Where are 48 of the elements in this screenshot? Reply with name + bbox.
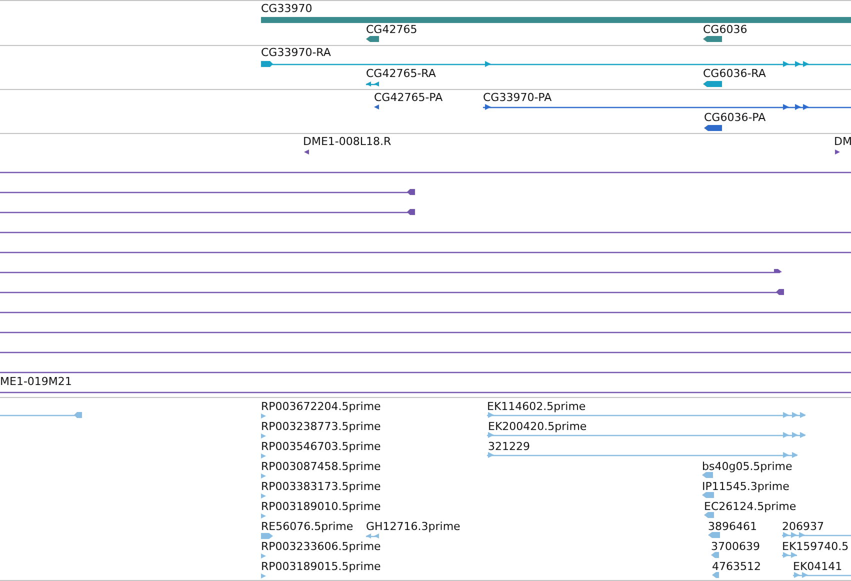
feature-label: CG42765	[366, 23, 418, 36]
feature-label: EC26124.5prime	[704, 500, 796, 513]
feature-label: RE56076.5prime	[261, 520, 354, 533]
feature-glyph[interactable]	[704, 125, 722, 131]
feature-label: RP003087458.5prime	[261, 460, 381, 473]
feature-label: CG6036-PA	[704, 111, 766, 124]
feature-glyph[interactable]	[0, 289, 784, 295]
feature-label: bs40g05.5prime	[702, 460, 792, 473]
feature-glyph[interactable]	[0, 189, 415, 195]
feature-label: RP003189010.5prime	[261, 500, 381, 513]
feature-glyph[interactable]	[703, 36, 722, 42]
feature-glyph[interactable]	[366, 36, 379, 42]
feature-label: RP003189015.5prime	[261, 560, 381, 573]
feature-label: 206937	[782, 520, 824, 533]
feature-label: CG6036	[703, 23, 748, 36]
feature-label: CG42765-RA	[366, 67, 436, 80]
feature-label: RP003238773.5prime	[261, 420, 381, 433]
feature-glyph[interactable]	[374, 104, 379, 110]
feature-glyph[interactable]	[835, 150, 840, 154]
feature-label: 321229	[488, 440, 530, 453]
feature-label: 3700639	[711, 540, 760, 553]
feature-label: RP003383173.5prime	[261, 480, 381, 493]
feature-label: EK114602.5prime	[487, 400, 586, 413]
feature-label: RP003546703.5prime	[261, 440, 381, 453]
feature-label: CG33970	[261, 2, 312, 15]
feature-label: ME1-019M21	[0, 375, 72, 388]
feature-label: CG33970-PA	[483, 91, 552, 104]
feature-label: EK159740.5	[782, 540, 849, 553]
feature-label: DM	[834, 135, 851, 148]
feature-label: EK200420.5prime	[488, 420, 587, 433]
feature-label: EK04141	[793, 560, 842, 573]
feature-label: 4763512	[712, 560, 761, 573]
feature-glyph[interactable]	[703, 81, 722, 87]
feature-label: CG6036-RA	[703, 67, 766, 80]
feature-label: GH12716.3prime	[366, 520, 460, 533]
feature-glyph[interactable]	[0, 209, 415, 215]
feature-glyph[interactable]	[261, 61, 851, 67]
feature-label: DME1-008L18.R	[303, 135, 392, 148]
feature-glyph[interactable]	[304, 150, 309, 154]
feature-glyph[interactable]	[366, 82, 379, 86]
feature-label: RP003233606.5prime	[261, 540, 381, 553]
feature-label: IP11545.3prime	[702, 480, 790, 493]
feature-glyph[interactable]	[483, 104, 851, 110]
feature-label: CG33970-RA	[261, 46, 331, 59]
feature-label: RP003672204.5prime	[261, 400, 381, 413]
feature-glyph[interactable]	[0, 269, 782, 274]
feature-label: 3896461	[708, 520, 757, 533]
feature-label: CG42765-PA	[374, 91, 443, 104]
